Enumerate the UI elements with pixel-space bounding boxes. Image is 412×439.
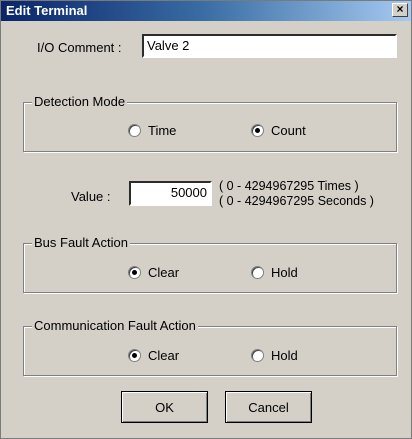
bus-fault-action-caption: Bus Fault Action [32,235,130,250]
ok-button[interactable]: OK [121,391,208,423]
edit-terminal-dialog: Edit Terminal × I/O Comment : Valve 2 De… [0,0,412,439]
bus-fault-hold-option[interactable]: Hold [251,265,298,280]
time-radio-label: Time [148,123,177,138]
bus-fault-clear-radio[interactable] [128,266,141,279]
comm-fault-clear-label: Clear [148,348,180,363]
bus-fault-hold-label: Hold [271,265,298,280]
value-input[interactable]: 50000 [129,181,212,206]
close-icon: × [396,2,404,16]
cancel-button[interactable]: Cancel [225,391,312,423]
count-radio-label: Count [271,123,306,138]
communication-fault-action-caption: Communication Fault Action [32,318,198,333]
bus-fault-action-group: Bus Fault Action Clear Hold [23,235,397,293]
comm-fault-hold-radio[interactable] [251,349,264,362]
value-range-times: ( 0 - 4294967295 Times ) [219,179,359,193]
value-label: Value : [71,189,111,204]
comm-fault-hold-label: Hold [271,348,298,363]
io-comment-label: I/O Comment : [37,40,122,55]
communication-fault-action-group: Communication Fault Action Clear Hold [23,318,397,376]
comm-fault-clear-option[interactable]: Clear [128,348,179,363]
value-range-seconds: ( 0 - 4294967295 Seconds ) [219,194,374,208]
detection-mode-caption: Detection Mode [32,94,128,109]
detection-mode-time-option[interactable]: Time [128,123,176,138]
bus-fault-clear-label: Clear [148,265,180,280]
count-radio[interactable] [251,124,264,137]
detection-mode-count-option[interactable]: Count [251,123,306,138]
title-bar[interactable]: Edit Terminal × [1,1,411,21]
time-radio[interactable] [128,124,141,137]
io-comment-input[interactable]: Valve 2 [142,34,397,58]
bus-fault-hold-radio[interactable] [251,266,264,279]
detection-mode-group: Detection Mode Time Count [23,94,397,152]
bus-fault-clear-option[interactable]: Clear [128,265,179,280]
comm-fault-clear-radio[interactable] [128,349,141,362]
window-title: Edit Terminal [6,3,88,18]
close-button[interactable]: × [392,3,408,17]
comm-fault-hold-option[interactable]: Hold [251,348,298,363]
